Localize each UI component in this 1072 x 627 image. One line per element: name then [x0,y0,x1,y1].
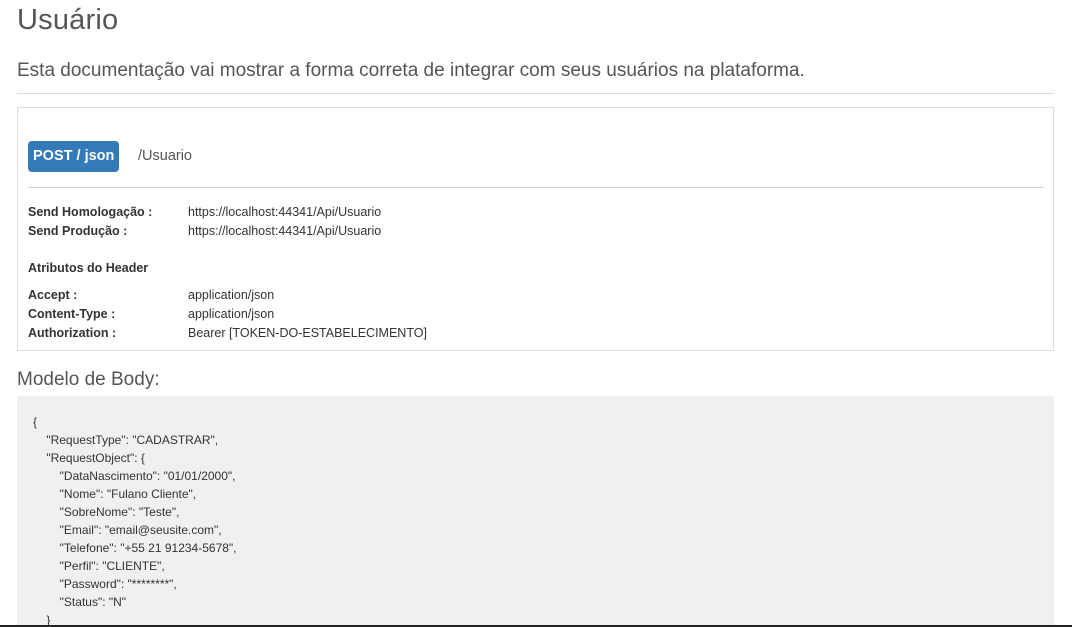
page-subtitle: Esta documentação vai mostrar a forma co… [17,60,805,81]
url-value: https://localhost:44341/Api/Usuario [188,224,382,238]
header-label: Authorization : [28,326,117,340]
header-value: application/json [188,307,275,321]
headers-section-title: Atributos do Header [28,261,149,275]
header-value: Bearer [TOKEN-DO-ESTABELECIMENTO] [188,326,427,340]
code-block[interactable]: { "RequestType": "CADASTRAR", "RequestOb… [17,396,1054,627]
page-title: Usuário [17,4,119,36]
code-content: { "RequestType": "CADASTRAR", "RequestOb… [33,415,237,627]
body-model-title: Modelo de Body: [17,369,160,390]
header-value: application/json [188,288,275,302]
panel-divider [28,187,1044,188]
header-divider [17,93,1054,94]
endpoint-panel: POST / json /Usuario Send Homologação : … [17,107,1054,351]
url-label: Send Homologação : [28,205,153,219]
method-badge[interactable]: POST / json [28,141,120,172]
endpoint-path: /Usuario [138,148,192,164]
url-value: https://localhost:44341/Api/Usuario [188,205,382,219]
url-label: Send Produção : [28,224,128,238]
header-label: Accept : [28,288,78,302]
header-label: Content-Type : [28,307,116,321]
